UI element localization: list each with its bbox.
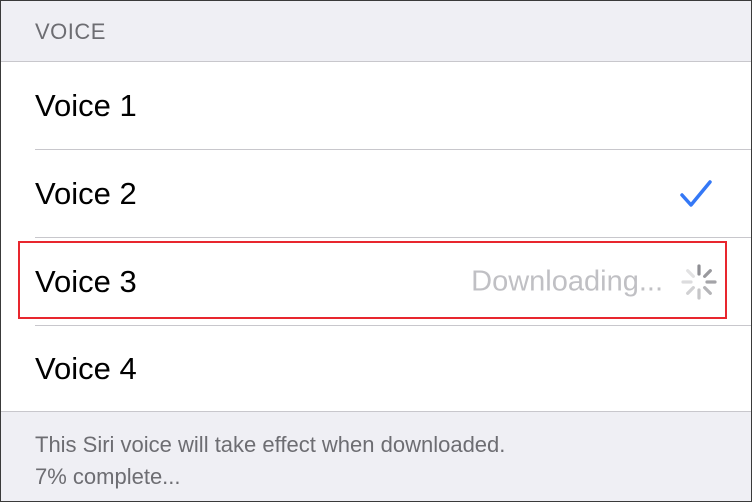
voice-row-1[interactable]: Voice 1 <box>1 62 751 150</box>
voice-3-highlight-box <box>18 241 727 319</box>
section-header: VOICE <box>1 1 751 61</box>
footer-progress: 7% complete... <box>35 464 181 489</box>
section-title: VOICE <box>35 19 106 44</box>
voice-label: Voice 2 <box>35 176 137 211</box>
footer-note: This Siri voice will take effect when do… <box>35 429 735 493</box>
footer-line-1: This Siri voice will take effect when do… <box>35 432 506 457</box>
checkmark-icon <box>680 180 712 207</box>
voice-row-4[interactable]: Voice 4 <box>1 326 751 412</box>
voice-label: Voice 1 <box>35 88 137 123</box>
voice-list: Voice 1 Voice 2 Voice 3 Downloading... V… <box>1 61 751 412</box>
voice-label: Voice 4 <box>35 351 137 386</box>
voice-row-2[interactable]: Voice 2 <box>1 150 751 238</box>
